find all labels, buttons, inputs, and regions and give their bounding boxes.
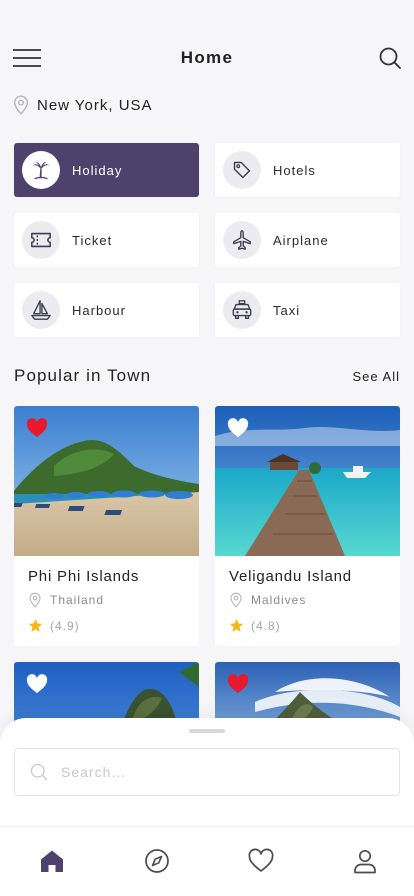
- favorite-heart-icon[interactable]: [26, 674, 48, 694]
- destination-rating: (4.9): [28, 618, 80, 633]
- category-label: Harbour: [72, 302, 126, 318]
- category-taxi[interactable]: Taxi: [215, 283, 400, 337]
- location-text: New York, USA: [37, 96, 153, 114]
- category-icon-wrap: [223, 221, 261, 259]
- see-all-link[interactable]: See All: [353, 369, 400, 384]
- sheet-drag-handle[interactable]: [189, 729, 225, 733]
- category-icon-wrap: [223, 151, 261, 189]
- category-label: Airplane: [273, 232, 329, 248]
- category-harbour[interactable]: Harbour: [14, 283, 199, 337]
- category-icon-wrap: [22, 221, 60, 259]
- page-title: Home: [180, 48, 234, 67]
- destination-card[interactable]: Phi Phi Islands Thailand (4.9): [14, 406, 199, 646]
- destination-location: Maldives: [229, 592, 306, 608]
- star-icon: [28, 618, 43, 632]
- sailboat-icon: [31, 300, 51, 320]
- heart-icon[interactable]: [247, 847, 275, 875]
- category-holiday[interactable]: Holiday: [14, 143, 199, 197]
- bottom-navigation: [0, 826, 414, 896]
- taxi-icon: [232, 300, 252, 319]
- category-label: Ticket: [72, 232, 113, 248]
- app-header: Home: [0, 36, 414, 80]
- destination-location: Thailand: [28, 592, 104, 608]
- favorite-heart-icon[interactable]: [26, 418, 48, 438]
- destination-location-text: Maldives: [251, 593, 307, 607]
- category-label: Hotels: [273, 162, 316, 178]
- search-input[interactable]: [61, 764, 361, 780]
- category-hotels[interactable]: Hotels: [215, 143, 400, 197]
- category-icon-wrap: [223, 291, 261, 329]
- category-airplane[interactable]: Airplane: [215, 213, 400, 267]
- category-label: Taxi: [273, 302, 301, 318]
- palm-tree-icon: [32, 161, 50, 180]
- search-icon: [30, 763, 48, 781]
- current-location[interactable]: New York, USA: [12, 94, 153, 116]
- tag-icon: [233, 161, 251, 179]
- star-icon: [229, 618, 244, 632]
- section-title: Popular in Town: [14, 366, 152, 385]
- location-pin-icon: [230, 592, 242, 608]
- location-pin-icon: [29, 592, 41, 608]
- category-ticket[interactable]: Ticket: [14, 213, 199, 267]
- favorite-heart-icon[interactable]: [227, 674, 249, 694]
- search-field[interactable]: [14, 748, 400, 796]
- rating-value: (4.8): [251, 618, 281, 633]
- destination-title: Phi Phi Islands: [28, 568, 140, 585]
- compass-icon[interactable]: [143, 847, 171, 875]
- user-icon[interactable]: [351, 847, 379, 875]
- location-pin-icon: [13, 95, 29, 115]
- favorite-heart-icon[interactable]: [227, 418, 249, 438]
- home-icon[interactable]: [38, 847, 66, 875]
- destination-rating: (4.8): [229, 618, 281, 633]
- category-label: Holiday: [72, 162, 123, 178]
- destination-location-text: Thailand: [50, 593, 105, 607]
- airplane-icon: [233, 230, 251, 250]
- search-icon[interactable]: [378, 46, 402, 70]
- rating-value: (4.9): [50, 618, 80, 633]
- destination-card[interactable]: Veligandu Island Maldives (4.8): [215, 406, 400, 646]
- destination-title: Veligandu Island: [229, 568, 352, 585]
- category-icon-wrap: [22, 151, 60, 189]
- category-icon-wrap: [22, 291, 60, 329]
- search-sheet: [0, 718, 414, 828]
- ticket-icon: [31, 232, 51, 248]
